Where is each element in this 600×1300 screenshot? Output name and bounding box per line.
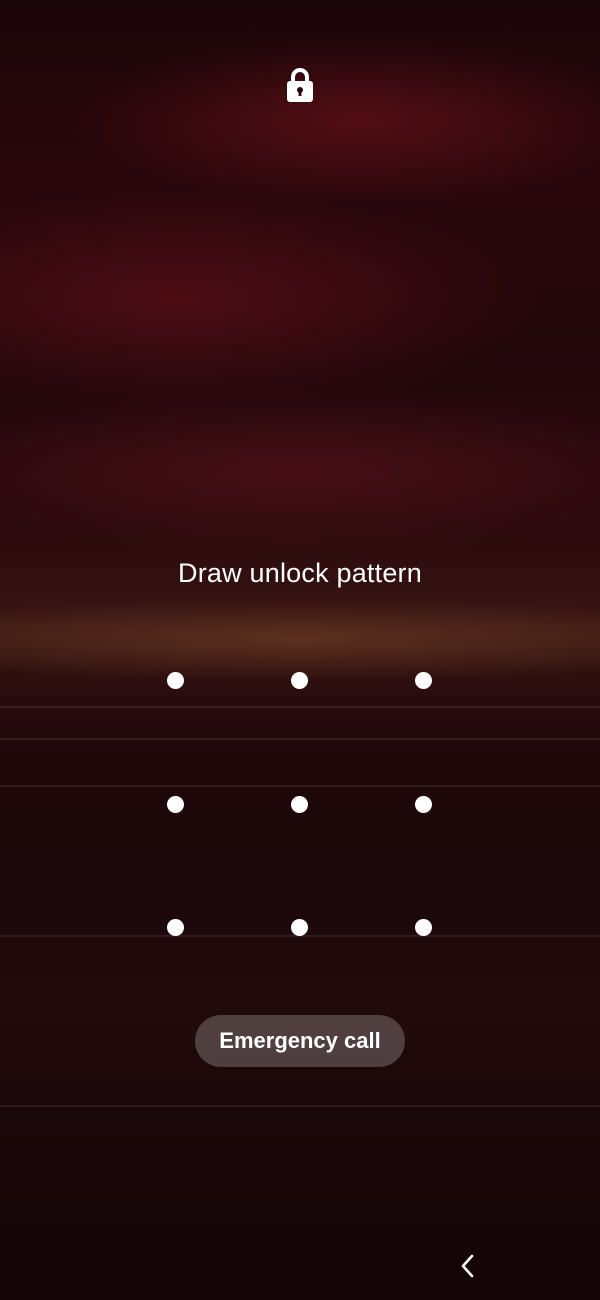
pattern-dot-6[interactable] bbox=[415, 796, 432, 813]
pattern-dot-7[interactable] bbox=[167, 919, 184, 936]
pattern-dot-4[interactable] bbox=[167, 796, 184, 813]
pattern-dot-1[interactable] bbox=[167, 672, 184, 689]
pattern-dot-3[interactable] bbox=[415, 672, 432, 689]
pattern-dot-5[interactable] bbox=[291, 796, 308, 813]
wave-line bbox=[0, 1105, 600, 1107]
unlock-prompt: Draw unlock pattern bbox=[178, 558, 422, 588]
pattern-dot-8[interactable] bbox=[291, 919, 308, 936]
back-button[interactable] bbox=[448, 1248, 488, 1288]
pattern-dot-9[interactable] bbox=[415, 919, 432, 936]
pattern-dot-2[interactable] bbox=[291, 672, 308, 689]
pattern-grid[interactable] bbox=[112, 618, 488, 990]
emergency-call-button[interactable]: Emergency call bbox=[195, 1015, 405, 1067]
chevron-left-icon bbox=[458, 1253, 478, 1284]
lock-icon bbox=[285, 66, 315, 104]
